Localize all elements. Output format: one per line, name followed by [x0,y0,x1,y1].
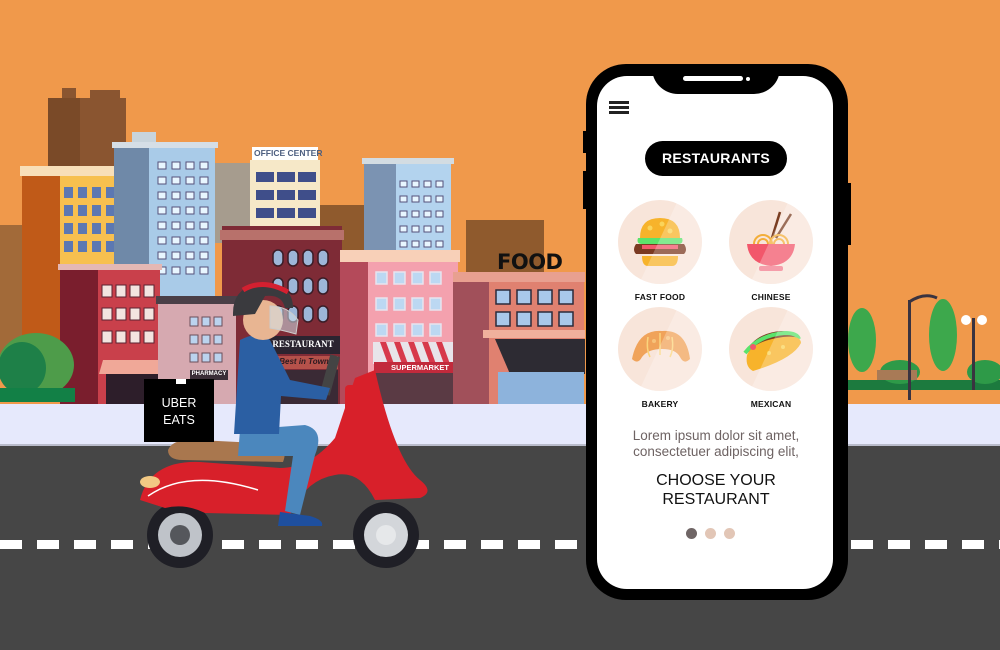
front-wheel [353,502,419,568]
category-icon-circle [618,200,702,284]
phone-camera [746,77,750,81]
category-bakery[interactable]: BAKERY [615,307,705,409]
phone-speaker [683,76,743,81]
phone-volume-up-button [583,131,588,153]
building-food [453,272,585,404]
hamburger-menu-icon[interactable] [609,101,629,115]
croissant-icon [632,330,690,362]
category-icon-circle [729,307,813,391]
lane-dash [444,540,466,549]
pagination-dot-1[interactable] [686,528,697,539]
delivery-box-tab [176,379,186,384]
phone-volume-down-button [583,171,588,209]
delivery-box-line2: EATS [163,413,195,427]
bush [0,333,75,402]
city-street-scene: OFFICE CENTER RESTAURANT Best in Town PH… [0,0,1000,650]
rider-torso [234,335,330,434]
description-text: Lorem ipsum dolor sit amet, consectetuer… [632,428,800,459]
headline-line2: RESTAURANT [662,491,770,508]
category-label: FAST FOOD [634,292,686,302]
lane-dash [481,540,503,549]
lane-dash [962,540,984,549]
lane-dash [555,540,577,549]
category-label: CHINESE [751,292,791,302]
noodle-bowl-icon [747,211,795,271]
delivery-box-line1: UBER [161,396,197,410]
lane-dash [851,540,873,549]
pagination-dot-2[interactable] [705,528,716,539]
category-mexican[interactable]: MEXICAN [726,307,816,409]
lane-dash [888,540,910,549]
category-icon-circle [618,307,702,391]
lane-dash [925,540,947,549]
office-center-sign: OFFICE CENTER [254,148,323,158]
lane-dash [37,540,59,549]
category-fast-food[interactable]: FAST FOOD [615,200,705,302]
category-label: BAKERY [641,399,679,409]
burger-icon [634,218,686,266]
park [845,294,1000,400]
delivery-box: UBER EATS [144,379,214,442]
restaurants-button[interactable]: RESTAURANTS [645,141,787,176]
category-icon-circle [729,200,813,284]
headline-line1: CHOOSE YOUR [656,472,776,489]
taco-icon [743,330,801,371]
pagination-dots [686,528,735,539]
building-office-center [250,147,320,230]
lane-dash [74,540,96,549]
food-sign: FOOD [497,250,563,274]
category-label: MEXICAN [750,399,792,409]
lane-dash [518,540,540,549]
pagination-dot-3[interactable] [724,528,735,539]
lane-dash [0,540,22,549]
headline: CHOOSE YOUR RESTAURANT [605,471,827,509]
category-chinese[interactable]: CHINESE [726,200,816,302]
phone-power-button [846,183,851,245]
